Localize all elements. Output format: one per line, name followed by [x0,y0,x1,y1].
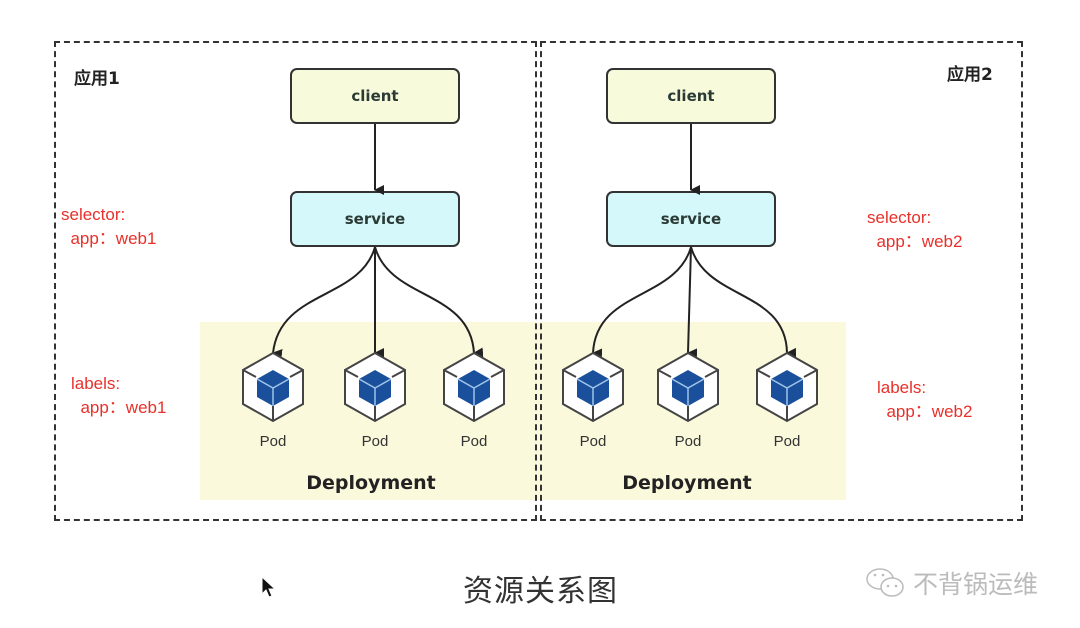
app1-pod3-label: Pod [460,433,488,450]
app2-service-to-pod1-arrow [592,246,692,359]
app2-pod1-label: Pod [579,433,607,450]
pod-icon [657,352,719,422]
pod-icon [443,352,505,422]
app2-deployment-label: Deployment [622,472,752,494]
mouse-cursor-icon [261,576,277,598]
app2-service-to-pod2-arrow [687,246,698,359]
diagram-connectors [242,124,818,422]
wechat-icon [866,568,904,597]
app1-service-to-pod1-arrow [272,246,376,359]
app2-pod2-label: Pod [674,433,702,450]
app1-pod1-label: Pod [259,433,287,450]
app2-service-to-pod3-arrow [690,246,797,358]
app1-service-to-pod3-arrow [374,246,484,358]
app1-deployment-label: Deployment [306,472,436,494]
pod-icon [242,352,304,422]
pod-icon [756,352,818,422]
watermark: 不背锅运维 [865,565,1038,601]
diagram-caption: 资源关系图 [463,574,618,609]
app2-pod3-label: Pod [773,433,801,450]
watermark-text: 不背锅运维 [913,570,1039,599]
pod-icon [562,352,624,422]
pod-icon [344,352,406,422]
app1-pod2-label: Pod [361,433,389,450]
